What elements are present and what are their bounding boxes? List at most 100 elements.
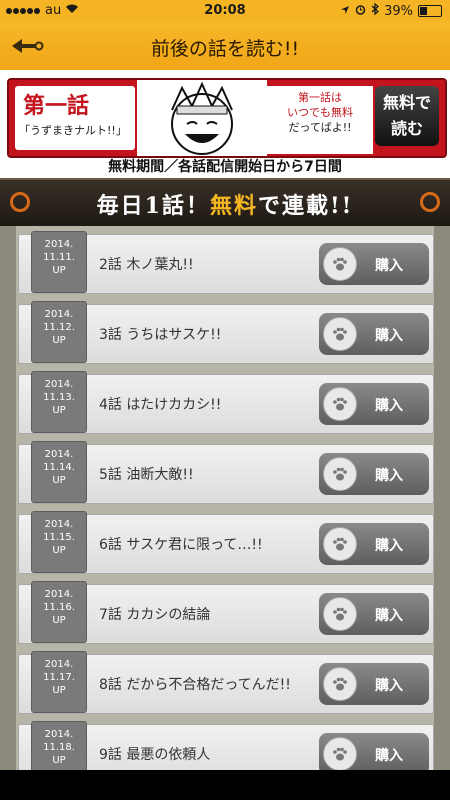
location-icon: [340, 4, 350, 19]
episode-title: 8話 だから不合格だってんだ!!: [99, 677, 291, 693]
banner-copy-line3: だってばよ!!: [288, 121, 352, 134]
buy-button[interactable]: 購入: [319, 453, 429, 495]
free-period-note: 無料期間／各話配信開始日から7日間: [108, 159, 342, 175]
buy-label: 購入: [375, 398, 403, 414]
buy-label: 購入: [375, 468, 403, 484]
buy-label: 購入: [375, 678, 403, 694]
list-border-left: [0, 226, 16, 770]
promo-section: 第一話 「うずまきナルト!!」 第一話は いつでも無料 だってばよ!! 無料で …: [0, 70, 450, 178]
episode-row[interactable]: 2014. 11.17. UP 8話 だから不合格だってんだ!! 購入: [18, 651, 434, 714]
date-day: 11.12.: [43, 322, 75, 333]
episode-row[interactable]: 2014. 11.11. UP 2話 木ノ葉丸!! 購入: [18, 231, 434, 294]
date-year: 2014.: [44, 309, 74, 320]
paw-icon: [323, 527, 357, 561]
date-badge: 2014. 11.17. UP: [31, 651, 87, 713]
daily-serial-text: 毎日1話！無料で連載!!: [0, 188, 450, 220]
list-border-right: [434, 226, 450, 770]
date-badge: 2014. 11.14. UP: [31, 441, 87, 503]
episode-title: 4話 はたけカカシ!!: [99, 397, 222, 413]
date-year: 2014.: [44, 589, 74, 600]
date-badge: 2014. 11.11. UP: [31, 231, 87, 293]
episode-row[interactable]: 2014. 11.14. UP 5話 油断大敵!! 購入: [18, 441, 434, 504]
episode-title: 7話 カカシの結論: [99, 607, 211, 623]
read-free-button-line2: 読む: [390, 119, 423, 138]
date-up: UP: [52, 755, 66, 766]
banner-copy-line2: いつでも無料: [287, 106, 353, 119]
date-up: UP: [52, 545, 66, 556]
buy-button[interactable]: 購入: [319, 523, 429, 565]
banner-episode-label: 第一話: [23, 93, 90, 119]
episode-row[interactable]: 2014. 11.16. UP 7話 カカシの結論 購入: [18, 581, 434, 644]
date-day: 11.13.: [43, 392, 75, 403]
date-year: 2014.: [44, 659, 74, 670]
bluetooth-icon: [371, 2, 380, 19]
free-first-episode-banner[interactable]: 第一話 「うずまきナルト!!」 第一話は いつでも無料 だってばよ!! 無料で …: [7, 78, 447, 158]
date-up: UP: [52, 615, 66, 626]
date-up: UP: [52, 405, 66, 416]
banner-copy: 第一話は いつでも無料 だってばよ!!: [267, 86, 373, 154]
date-badge: 2014. 11.15. UP: [31, 511, 87, 573]
buy-label: 購入: [375, 258, 403, 274]
banner-episode-box: 第一話 「うずまきナルト!!」: [15, 86, 135, 150]
banner-episode-subtitle: 「うずまきナルト!!」: [19, 124, 127, 137]
date-badge: 2014. 11.16. UP: [31, 581, 87, 643]
date-day: 11.18.: [43, 742, 75, 753]
buy-button[interactable]: 購入: [319, 243, 429, 285]
daily-text-part1: 毎日1話！: [96, 193, 210, 219]
date-up: UP: [52, 685, 66, 696]
buy-button[interactable]: 購入: [319, 663, 429, 705]
buy-button[interactable]: 購入: [319, 383, 429, 425]
buy-button[interactable]: 購入: [319, 593, 429, 635]
page-title: 前後の話を読む!!: [150, 38, 300, 60]
naruto-illustration: [137, 80, 267, 156]
date-year: 2014.: [44, 379, 74, 390]
date-year: 2014.: [44, 729, 74, 740]
paw-icon: [323, 597, 357, 631]
daily-serial-banner: 毎日1話！無料で連載!!: [0, 178, 450, 228]
status-right: 39%: [340, 2, 442, 19]
episode-list[interactable]: 2014. 11.11. UP 2話 木ノ葉丸!! 購入 2014. 11.12…: [0, 226, 450, 784]
paw-icon: [323, 317, 357, 351]
battery-icon: [418, 5, 442, 17]
episode-title: 2話 木ノ葉丸!!: [99, 257, 194, 273]
date-up: UP: [52, 335, 66, 346]
date-badge: 2014. 11.13. UP: [31, 371, 87, 433]
date-year: 2014.: [44, 239, 74, 250]
buy-label: 購入: [375, 328, 403, 344]
daily-text-part2: で連載!!: [258, 193, 354, 219]
episode-row[interactable]: 2014. 11.13. UP 4話 はたけカカシ!! 購入: [18, 371, 434, 434]
buy-button[interactable]: 購入: [319, 733, 429, 775]
episode-title: 5話 油断大敵!!: [99, 467, 194, 483]
bottom-bar: [0, 770, 450, 800]
date-up: UP: [52, 475, 66, 486]
buy-button[interactable]: 購入: [319, 313, 429, 355]
status-bar: au 20:08 39%: [0, 0, 450, 22]
buy-label: 購入: [375, 748, 403, 764]
paw-icon: [323, 247, 357, 281]
episode-title: 3話 うちはサスケ!!: [99, 327, 222, 343]
read-free-button-line1: 無料で: [382, 93, 431, 112]
alarm-icon: [355, 4, 366, 19]
episode-row[interactable]: 2014. 11.12. UP 3話 うちはサスケ!! 購入: [18, 301, 434, 364]
date-day: 11.17.: [43, 672, 75, 683]
date-day: 11.15.: [43, 532, 75, 543]
paw-icon: [323, 387, 357, 421]
date-day: 11.11.: [43, 252, 75, 263]
date-up: UP: [52, 265, 66, 276]
date-year: 2014.: [44, 519, 74, 530]
daily-text-highlight: 無料: [209, 193, 258, 219]
date-day: 11.14.: [43, 462, 75, 473]
date-badge: 2014. 11.12. UP: [31, 301, 87, 363]
paw-icon: [323, 457, 357, 491]
buy-label: 購入: [375, 608, 403, 624]
episode-row[interactable]: 2014. 11.15. UP 6話 サスケ君に限って…!! 購入: [18, 511, 434, 574]
date-day: 11.16.: [43, 602, 75, 613]
date-year: 2014.: [44, 449, 74, 460]
banner-copy-line1: 第一話は: [298, 91, 342, 104]
read-free-button[interactable]: 無料で 読む: [375, 86, 439, 146]
episode-title: 9話 最悪の依頼人: [99, 747, 211, 763]
episode-title: 6話 サスケ君に限って…!!: [99, 537, 263, 553]
battery-percent: 39%: [384, 3, 413, 19]
buy-label: 購入: [375, 538, 403, 554]
nav-header: 前後の話を読む!!: [0, 22, 450, 71]
